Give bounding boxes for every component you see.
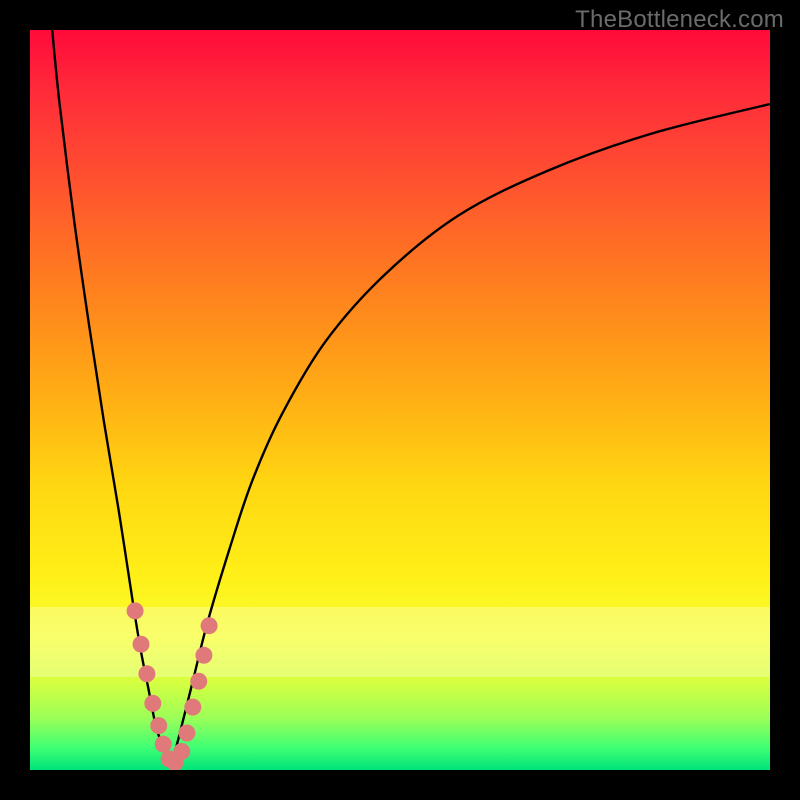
marker-dot — [127, 602, 144, 619]
marker-dot — [201, 617, 218, 634]
marker-dot — [144, 695, 161, 712]
marker-dot — [173, 743, 190, 760]
plot-area — [30, 30, 770, 770]
marker-dot — [184, 699, 201, 716]
chart-frame: TheBottleneck.com — [0, 0, 800, 800]
series-right-branch — [171, 104, 770, 766]
highlight-markers — [127, 602, 218, 770]
marker-dot — [190, 673, 207, 690]
marker-dot — [178, 725, 195, 742]
marker-dot — [138, 665, 155, 682]
curve-layer — [30, 30, 770, 770]
marker-dot — [195, 647, 212, 664]
watermark-text: TheBottleneck.com — [575, 6, 784, 34]
marker-dot — [133, 636, 150, 653]
marker-dot — [150, 717, 167, 734]
series-left-branch — [52, 30, 170, 766]
marker-dot — [155, 736, 172, 753]
